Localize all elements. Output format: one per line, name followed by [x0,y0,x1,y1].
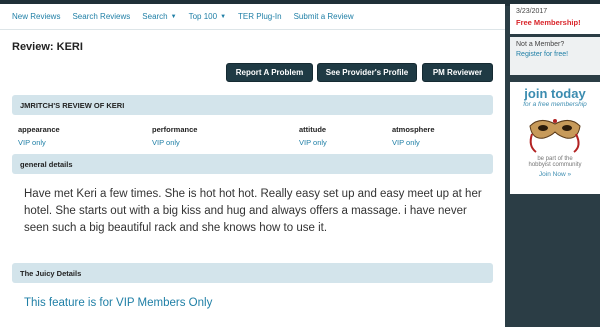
attribute-label: attitude [299,125,327,134]
join-today-ad[interactable]: join today for a free membership be part… [510,82,600,194]
nav-label: New Reviews [12,12,61,21]
attribute-attitude: attitude VIP only [299,125,327,147]
current-date: 3/23/2017 [516,8,548,15]
nav-search[interactable]: Search ▼ [142,12,176,21]
top-nav: New Reviews Search Reviews Search ▼ Top 1… [0,4,505,30]
caret-down-icon: ▼ [170,13,177,20]
masquerade-mask-icon [529,119,581,153]
not-member-text: Not a Member? [516,41,565,48]
general-details-text: Have met Keri a few times. She is hot ho… [24,188,482,234]
ad-join-now-link[interactable]: Join Now » [510,171,600,178]
caret-down-icon: ▼ [220,13,227,20]
pm-reviewer-button[interactable]: PM Reviewer [422,63,493,82]
vip-members-link[interactable]: This feature is for VIP Members Only [24,297,212,309]
see-provider-profile-button[interactable]: See Provider's Profile [317,63,417,82]
attribute-value-link[interactable]: VIP only [299,138,327,147]
attribute-value-link[interactable]: VIP only [18,138,60,147]
attribute-label: atmosphere [392,125,435,134]
attribute-label: performance [152,125,198,134]
free-membership-link[interactable]: Free Membership! [516,18,594,27]
sidebar: 3/23/2017 Free Membership! Not a Member?… [510,4,600,327]
attribute-performance: performance VIP only [152,125,197,147]
attribute-atmosphere: atmosphere VIP only [392,125,435,147]
page-title: Review: KERI [12,41,83,53]
nav-search-reviews[interactable]: Search Reviews [72,12,130,21]
nav-top-100[interactable]: Top 100 ▼ [189,12,226,21]
ad-community-text: hobbyist community [528,162,582,168]
nav-ter-plugin[interactable]: TER Plug-In [238,12,282,21]
nav-label: Top 100 [188,12,218,21]
attribute-value-link[interactable]: VIP only [152,138,197,147]
nav-submit-review[interactable]: Submit a Review [294,12,354,21]
nav-label: TER Plug-In [238,12,282,21]
nav-label: Search [142,12,168,21]
attribute-value-link[interactable]: VIP only [392,138,435,147]
report-problem-button[interactable]: Report A Problem [226,63,313,82]
nav-label: Search Reviews [72,12,131,21]
register-link[interactable]: Register for free! [516,51,594,58]
general-details-header: general details [12,154,493,174]
member-box: Not a Member? Register for free! [510,37,600,75]
review-header: JMRITCH'S REVIEW OF KERI [12,95,493,115]
ad-title: join today [524,86,586,101]
date-box: 3/23/2017 Free Membership! [510,4,600,34]
ad-subtitle: for a free membership [523,101,587,108]
attribute-appearance: appearance VIP only [18,125,60,147]
juicy-details-header: The Juicy Details [12,263,493,283]
nav-new-reviews[interactable]: New Reviews [12,12,60,21]
attribute-label: appearance [18,125,60,134]
nav-label: Submit a Review [293,12,354,21]
